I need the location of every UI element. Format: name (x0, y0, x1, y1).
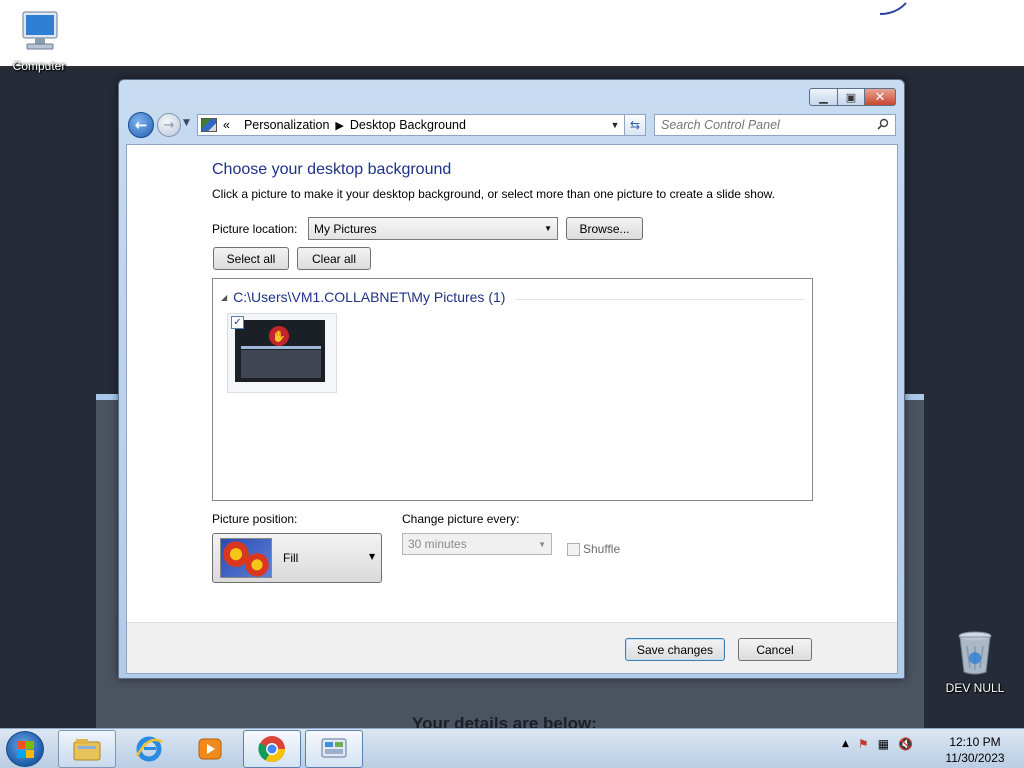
hand-stop-icon: ✋ (269, 326, 289, 346)
breadcrumb-overflow[interactable]: « (223, 118, 230, 132)
desktop-icon-label: DEV NULL (945, 681, 1005, 695)
chevron-right-icon[interactable]: ▶ (335, 119, 343, 132)
caption-buttons: ▁ ▣ ✕ (809, 88, 896, 106)
search-icon[interactable] (877, 118, 889, 130)
chevron-down-icon: ▼ (544, 224, 552, 233)
picture-location-label: Picture location: (212, 222, 298, 236)
picture-gallery[interactable]: ◢ C:\Users\VM1.COLLABNET\My Pictures (1)… (212, 278, 813, 501)
restore-icon: ▣ (845, 90, 857, 104)
search-input[interactable] (654, 114, 896, 136)
shuffle-checkbox[interactable] (567, 543, 580, 556)
start-button[interactable] (6, 731, 44, 767)
desktop-background-window: ▁ ▣ ✕ ← → ▼ « Personalization ▶ Desktop … (118, 79, 905, 679)
internet-explorer-icon (135, 736, 163, 762)
group-divider (515, 299, 805, 300)
volume-muted-icon[interactable]: 🔇 (898, 737, 913, 751)
windows-explorer-icon (73, 739, 101, 761)
system-tray: ▲ ⚑ ▦ 🔇 (842, 737, 913, 751)
shuffle-label[interactable]: Shuffle (583, 542, 620, 556)
change-picture-label: Change picture every: (402, 512, 520, 526)
show-hidden-icons-icon[interactable]: ▲ (842, 739, 849, 749)
minimize-icon: ▁ (819, 90, 828, 104)
taskbar-ie-button[interactable] (120, 730, 178, 768)
refresh-icon: ⇆ (629, 118, 641, 132)
picture-location-dropdown[interactable]: My Pictures ▼ (308, 217, 558, 240)
taskbar-chrome-button[interactable] (243, 730, 301, 768)
desktop-top-area (0, 0, 1024, 68)
taskbar-media-player-button[interactable] (181, 730, 239, 768)
collapse-triangle-icon[interactable]: ◢ (221, 293, 227, 302)
taskbar: ▲ ⚑ ▦ 🔇 12:10 PM 11/30/2023 (0, 728, 1024, 768)
breadcrumb-personalization[interactable]: Personalization (244, 118, 329, 132)
page-subtitle: Click a picture to make it your desktop … (212, 187, 775, 201)
chevron-down-icon: ▼ (183, 118, 190, 128)
dialog-footer: Save changes Cancel (127, 622, 897, 673)
chevron-down-icon: ▼ (538, 539, 546, 549)
navigation-bar: ← → ▼ « Personalization ▶ Desktop Backgr… (127, 111, 897, 139)
picture-position-label: Picture position: (212, 512, 298, 526)
clock-date: 11/30/2023 (945, 751, 1005, 765)
recycle-bin-icon (958, 631, 992, 675)
desktop-icon-computer[interactable]: Computer (2, 8, 76, 73)
taskbar-explorer-button[interactable] (58, 730, 116, 768)
close-button[interactable]: ✕ (865, 88, 896, 106)
breadcrumb-desktop-background[interactable]: Desktop Background (350, 118, 466, 132)
browse-button[interactable]: Browse... (566, 217, 643, 240)
address-bar[interactable]: « Personalization ▶ Desktop Background ▼ (197, 114, 625, 136)
forward-arrow-icon: → (163, 117, 175, 133)
media-player-icon (198, 738, 222, 760)
desktop-icon-label: Computer (12, 59, 66, 73)
gallery-group-header[interactable]: ◢ C:\Users\VM1.COLLABNET\My Pictures (1) (221, 289, 505, 305)
recent-pages-button[interactable]: ▼ (183, 118, 190, 128)
windows-logo-icon (17, 741, 34, 758)
network-icon[interactable]: ▦ (878, 737, 889, 751)
thumbnail-panel (241, 350, 321, 378)
forward-button[interactable]: → (157, 113, 181, 137)
picture-position-dropdown[interactable]: Fill ▼ (212, 533, 382, 583)
computer-icon (22, 11, 58, 50)
clock-time: 12:10 PM (949, 735, 1001, 749)
save-changes-button[interactable]: Save changes (625, 638, 725, 661)
select-all-button[interactable]: Select all (213, 247, 289, 270)
desktop-icon-dev-null[interactable]: DEV NULL (938, 630, 1012, 695)
refresh-button[interactable]: ⇆ (624, 114, 646, 136)
thumbnail-stripe (241, 346, 321, 349)
taskbar-control-panel-button[interactable] (305, 730, 363, 768)
control-panel-icon (201, 118, 217, 132)
picture-position-value: Fill (283, 551, 299, 565)
minimize-button[interactable]: ▁ (809, 88, 838, 106)
flower-preview-icon (220, 538, 272, 578)
change-picture-interval-value: 30 minutes (408, 537, 467, 551)
scribble-mark (879, 2, 907, 15)
picture-location-value: My Pictures (314, 221, 377, 236)
chevron-down-icon: ▼ (369, 552, 376, 561)
clear-all-button[interactable]: Clear all (297, 247, 371, 270)
maximize-button[interactable]: ▣ (838, 88, 865, 106)
address-dropdown-icon[interactable]: ▼ (606, 120, 624, 130)
control-panel-icon (321, 738, 347, 758)
close-icon: ✕ (874, 89, 886, 105)
thumbnail-checkbox[interactable]: ✓ (231, 316, 244, 329)
taskbar-clock[interactable]: 12:10 PM 11/30/2023 (940, 734, 1010, 766)
page-title: Choose your desktop background (212, 161, 452, 178)
gallery-group-label: C:\Users\VM1.COLLABNET\My Pictures (1) (233, 289, 506, 305)
picture-thumbnail[interactable]: ✓ ✋ (227, 313, 337, 393)
thumbnail-image: ✋ (235, 320, 325, 382)
cancel-button[interactable]: Cancel (738, 638, 812, 661)
action-center-icon[interactable]: ⚑ (858, 737, 869, 751)
back-button[interactable]: ← (128, 112, 154, 138)
change-picture-interval-dropdown[interactable]: 30 minutes ▼ (402, 533, 552, 555)
chrome-icon (258, 736, 286, 763)
content-area: Choose your desktop background Click a p… (126, 144, 898, 674)
back-arrow-icon: ← (134, 116, 148, 134)
